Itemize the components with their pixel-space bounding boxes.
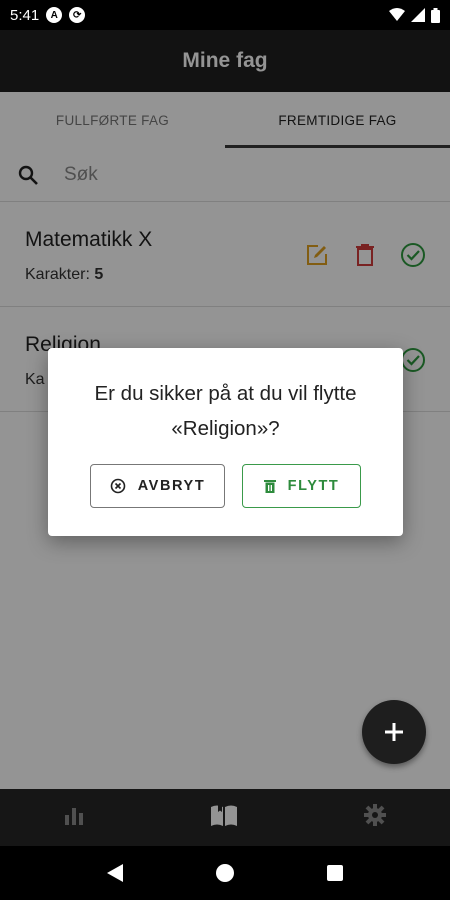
add-subject-button[interactable] — [362, 700, 426, 764]
cancel-icon — [110, 478, 125, 494]
system-navigation — [0, 846, 450, 900]
trash-icon — [263, 480, 276, 493]
wifi-icon — [389, 8, 405, 21]
add-icon — [385, 723, 403, 741]
back-icon[interactable] — [106, 863, 124, 883]
status-bar: 5:41 A ⟳ — [0, 0, 450, 30]
move-button-label: FLYTT — [287, 478, 340, 494]
home-icon[interactable] — [215, 863, 235, 883]
battery-icon — [431, 7, 440, 23]
dialog-message-line2: «Religion»? — [171, 417, 280, 440]
signal-icon — [411, 8, 425, 22]
confirm-move-dialog: Er du sikker på at du vil flytte «Religi… — [48, 348, 403, 536]
move-button[interactable]: FLYTT — [242, 464, 361, 508]
notification-sync-icon: ⟳ — [69, 7, 86, 23]
dialog-message-line1: Er du sikker på at du vil flytte — [94, 382, 357, 405]
notification-a-icon: A — [46, 7, 63, 23]
cancel-button[interactable]: AVBRYT — [90, 464, 225, 508]
cancel-button-label: AVBRYT — [137, 478, 206, 494]
recents-icon[interactable] — [326, 864, 344, 882]
status-time: 5:41 — [10, 6, 40, 24]
dialog-message: Er du sikker på at du vil flytte «Religi… — [48, 376, 403, 446]
